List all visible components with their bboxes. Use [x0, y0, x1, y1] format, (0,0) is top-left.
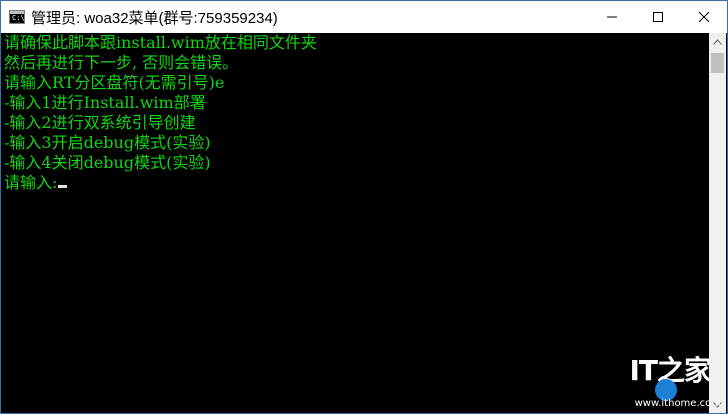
console-output[interactable]: 请确保此脚本跟install.wim放在相同文件夹 然后再进行下一步, 否则会错… — [2, 33, 710, 413]
console-prompt-line[interactable]: 请输入: — [4, 173, 710, 193]
close-icon — [699, 12, 709, 22]
console-line: -输入3开启debug模式(实验) — [4, 133, 211, 152]
close-button[interactable] — [681, 1, 727, 33]
title-bar[interactable]: C:\_ 管理员: woa32菜单(群号:759359234) — [1, 1, 727, 33]
console-line: 请输入RT分区盘符(无需引号)e — [4, 73, 225, 92]
watermark: IT之家 www.ithome.com — [611, 349, 721, 409]
console-line: -输入4关闭debug模式(实验) — [4, 153, 211, 172]
console-line: -输入2进行双系统引导创建 — [4, 113, 196, 132]
window-controls — [589, 1, 727, 33]
console-line: -输入1进行Install.wim部署 — [4, 93, 206, 112]
scroll-up-button[interactable] — [709, 33, 726, 50]
maximize-icon — [653, 12, 663, 22]
console-line: 然后再进行下一步, 否则会错误。 — [4, 53, 239, 72]
window-title: 管理员: woa32菜单(群号:759359234) — [31, 9, 278, 27]
scrollbar-thumb[interactable] — [711, 53, 724, 73]
console-prompt: 请输入: — [4, 173, 58, 192]
console-window: C:\_ 管理员: woa32菜单(群号:759359234) 请确保此脚本跟i… — [0, 0, 728, 414]
maximize-button[interactable] — [635, 1, 681, 33]
chevron-up-icon — [713, 38, 722, 45]
console-icon[interactable]: C:\_ — [9, 10, 29, 24]
console-line: 请确保此脚本跟install.wim放在相同文件夹 — [4, 33, 317, 52]
minimize-button[interactable] — [589, 1, 635, 33]
watermark-url: www.ithome.com — [634, 398, 721, 409]
text-cursor — [58, 185, 68, 188]
minimize-icon — [607, 16, 617, 18]
